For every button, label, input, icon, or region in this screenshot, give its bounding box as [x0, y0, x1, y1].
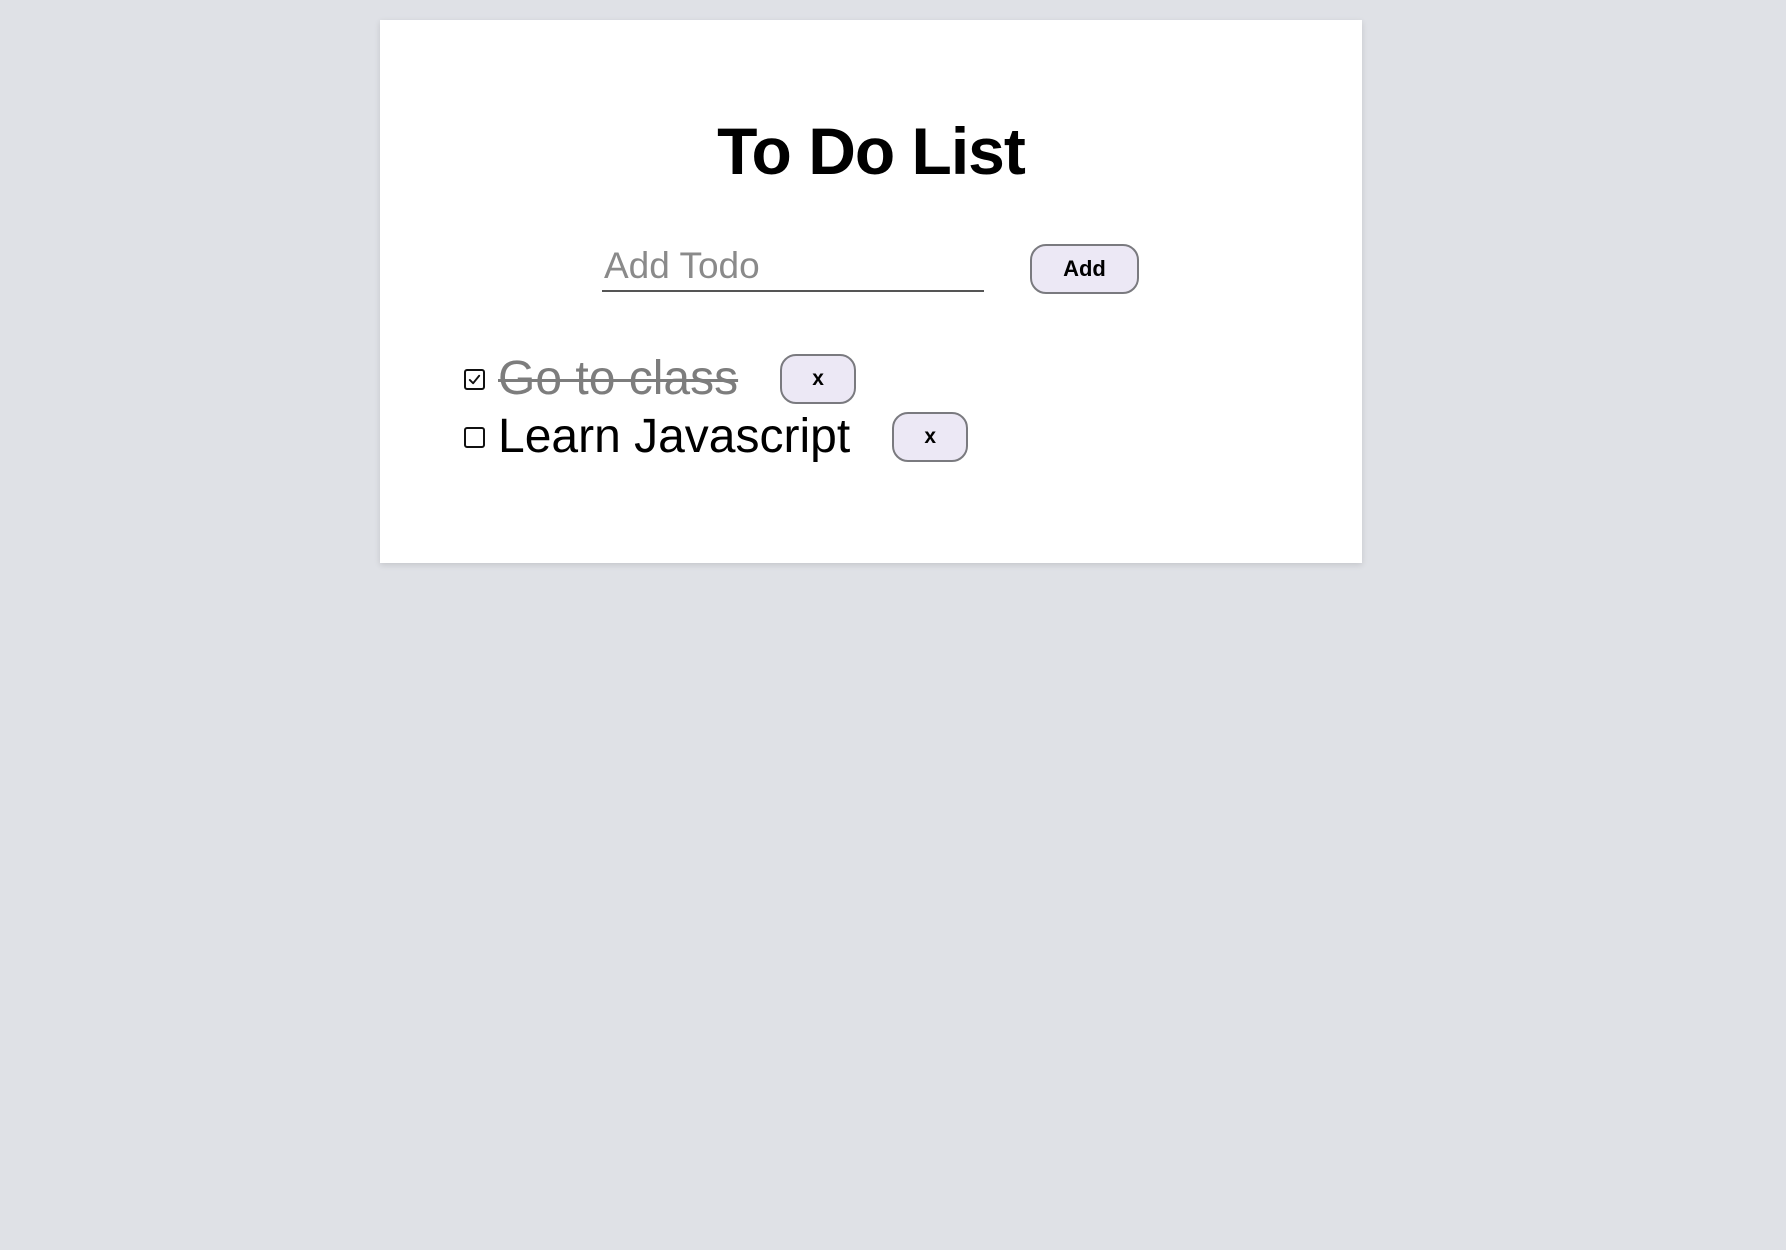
todo-list: Go to class x Learn Javascript x	[464, 350, 969, 466]
delete-todo-button[interactable]: x	[780, 354, 857, 404]
add-todo-input[interactable]	[602, 242, 984, 292]
page-title: To Do List	[717, 114, 1026, 188]
add-todo-form: Add	[602, 220, 1152, 294]
todo-checkbox[interactable]	[464, 426, 485, 448]
todo-item: Go to class x	[464, 350, 968, 408]
todo-card: To Do List Add Go to class x Learn Javas…	[380, 20, 1362, 563]
todo-checkbox[interactable]	[464, 368, 485, 390]
delete-todo-button[interactable]: x	[892, 412, 969, 462]
check-icon	[468, 374, 481, 384]
add-button[interactable]: Add	[1030, 244, 1139, 294]
todo-text: Learn Javascript	[498, 410, 851, 463]
todo-text: Go to class	[498, 352, 739, 405]
todo-item: Learn Javascript x	[464, 408, 969, 466]
